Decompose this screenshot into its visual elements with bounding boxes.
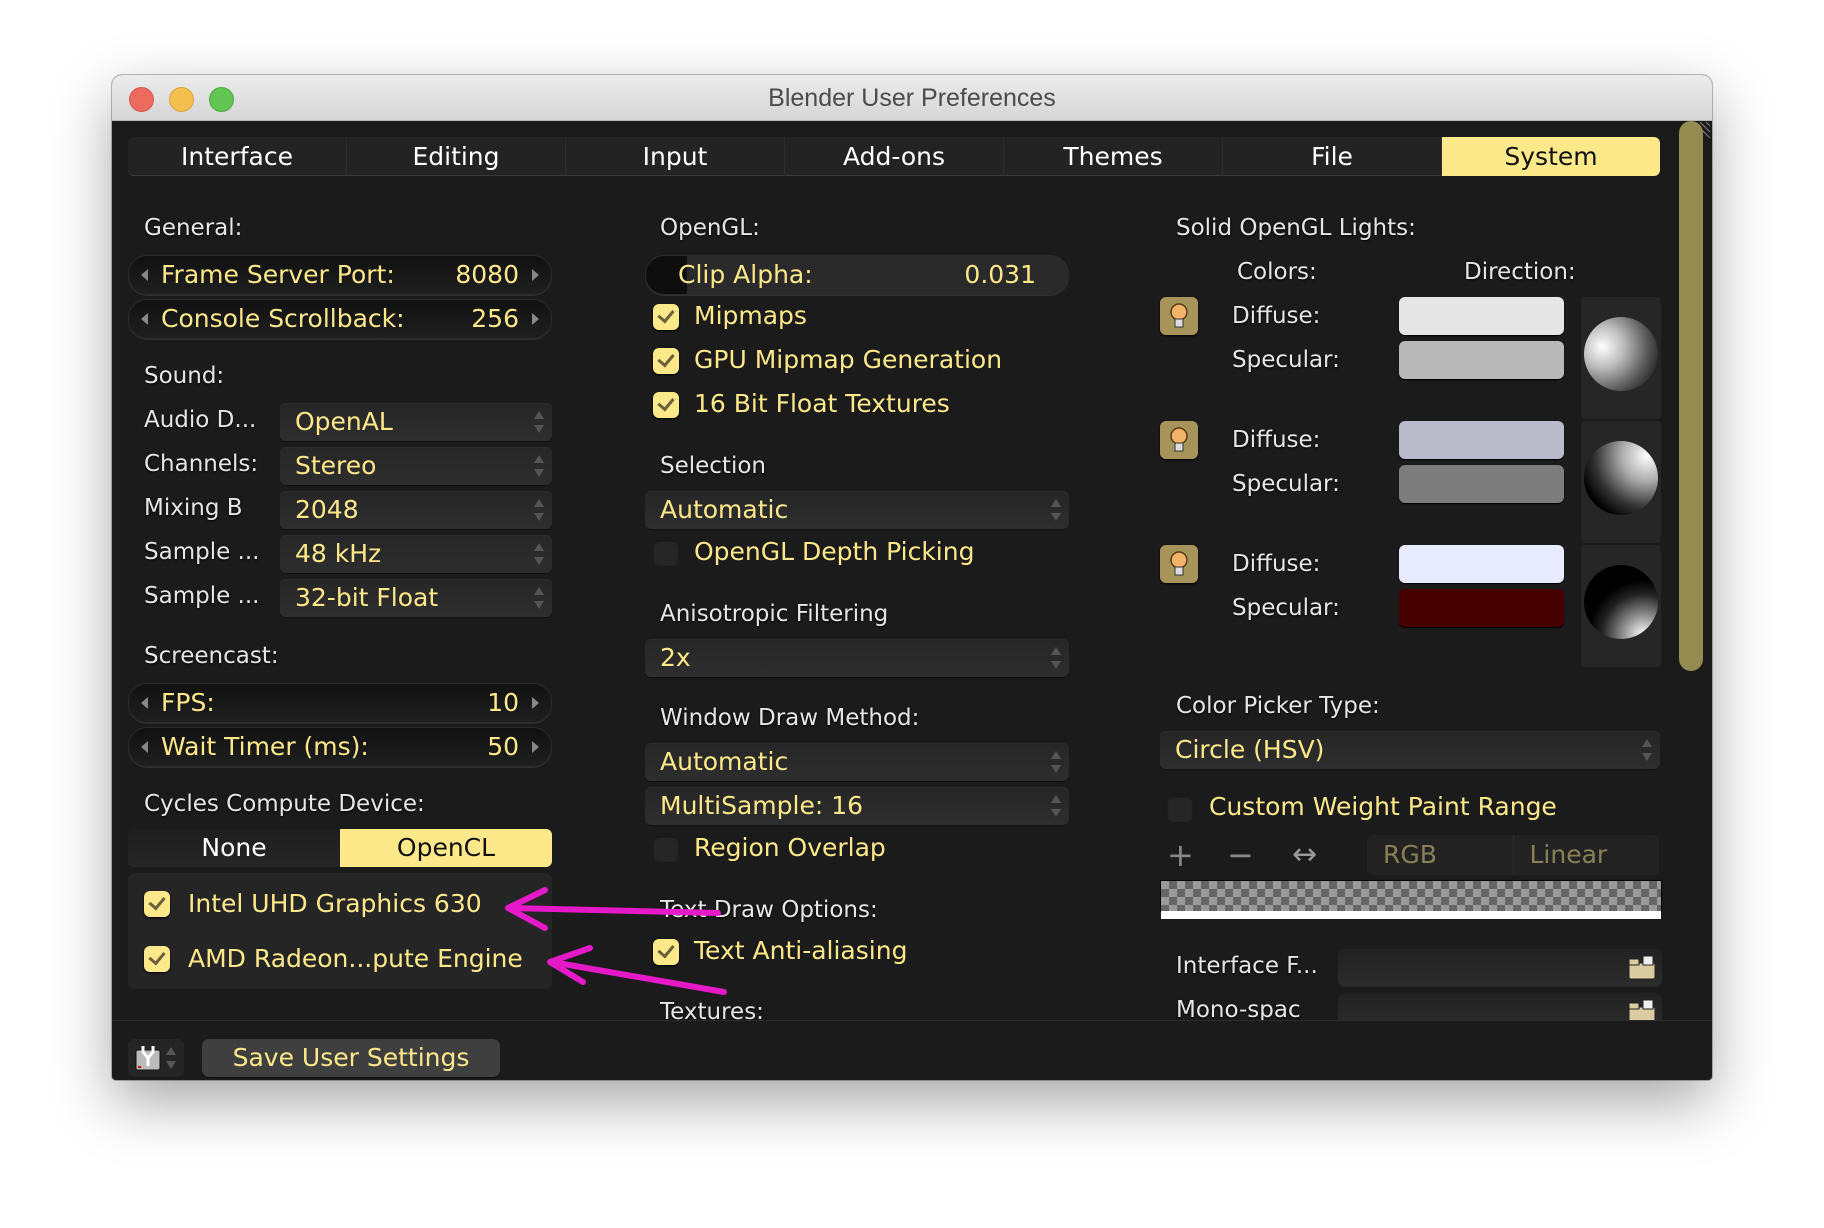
annotation-arrow-amd	[547, 945, 727, 995]
annotation-overlay	[505, 887, 727, 995]
annotation-arrow-intel	[505, 887, 721, 931]
